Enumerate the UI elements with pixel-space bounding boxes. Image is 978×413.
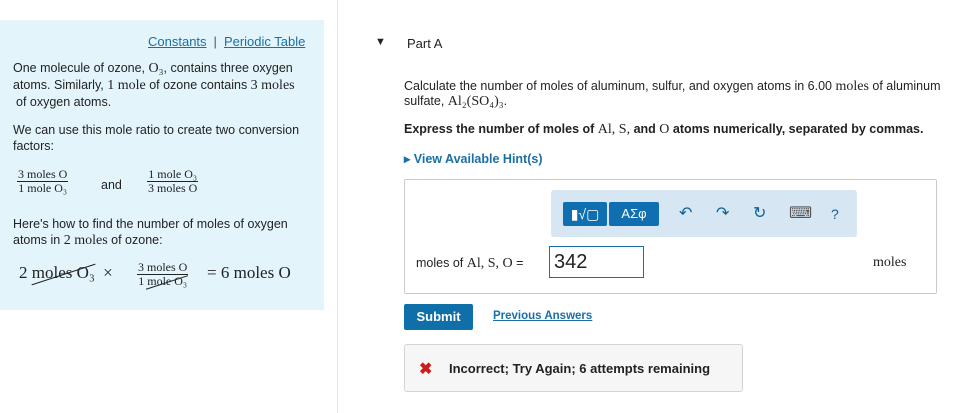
constants-link[interactable]: Constants [148,34,207,49]
example-equation: 2 moles O₃ × [19,263,113,283]
answer-units: moles [873,255,907,270]
eq-cancelled-unit: moles O₃ [31,263,95,282]
eq-fraction: 3 moles O 1 mole O₃ [137,260,189,288]
factor1-denominator: 1 mole O₃ [18,181,68,195]
answer-input[interactable] [549,246,644,278]
periodic-table-link[interactable]: Periodic Table [224,34,305,49]
submit-button[interactable]: Submit [404,304,473,330]
example-paragraph: Here's how to find the number of moles o… [13,216,288,249]
sidebar-links: Constants | Periodic Table [148,34,305,49]
question-text-a: Calculate the number of moles of aluminu… [404,79,836,93]
panel-divider [337,0,338,413]
eq-equals: = [207,263,217,282]
and-text: and [101,178,122,192]
p1-text-a: One molecule of ozone, [13,61,149,75]
eq-times: × [103,263,113,282]
feedback-box: ✖ Incorrect; Try Again; 6 attempts remai… [404,344,743,392]
instruction-species: Al, S, [597,122,634,137]
factor2-numerator: 1 mole O₃ [147,167,199,182]
math-template-button[interactable]: ▮√▢ [563,202,607,226]
three-moles-text: 3 moles [250,78,295,93]
previous-answers-link[interactable]: Previous Answers [493,310,592,322]
conversion-paragraph: We can use this mole ratio to create two… [13,122,299,154]
question-text: Calculate the number of moles of aluminu… [404,79,969,109]
redo-icon[interactable]: ↷ [716,205,729,223]
factor2-denominator: 3 moles O [148,181,198,195]
instruction-text-a: Express the number of moles of [404,122,598,136]
instruction-oxygen: O [659,122,670,137]
question-text-d: . [503,94,508,108]
answer-label-equals: = [512,256,524,270]
answer-label: moles of Al, S, O = [416,256,523,272]
eq-result: = 6 moles O [207,263,291,283]
eq-frac-denominator: 1 mole O₃ [137,275,188,288]
reset-icon[interactable]: ↻ [753,205,766,223]
p1-text-e: of oxygen atoms. [16,95,112,109]
p3-line2b: of ozone: [107,233,163,247]
one-mole-text: 1 mole [107,78,146,93]
eq-start-number: 2 [19,263,28,282]
conversion-factor-1: 3 moles O 1 mole O₃ [17,167,69,195]
question-moles: moles [835,79,869,94]
two-moles-text: 2 moles [63,233,108,248]
feedback-text: Incorrect; Try Again; 6 attempts remaini… [449,361,711,376]
ozone-formula: O₃ [148,61,164,76]
p1-text-c: atoms. Similarly, [13,78,108,92]
eq-result-value: 6 moles O [220,263,291,282]
link-separator: | [213,34,217,49]
factor1-numerator: 3 moles O [17,167,69,182]
aluminum-sulfate-formula: Al₂(SO₄)₃ [447,94,504,109]
p2-line2: factors: [13,139,54,153]
p1-text-b: , contains three oxygen [163,61,293,75]
ozone-paragraph: One molecule of ozone, O₃, contains thre… [13,60,318,110]
keyboard-icon[interactable]: ⌨ [789,205,812,223]
greek-symbols-button[interactable]: ΑΣφ [609,202,659,226]
part-title[interactable]: Part A [407,36,442,51]
p3-line2a: atoms in [13,233,64,247]
incorrect-icon: ✖ [419,361,433,378]
undo-icon[interactable]: ↶ [679,205,692,223]
p2-line1: We can use this mole ratio to create two… [13,123,300,137]
eq-frac-numerator: 3 moles O [137,260,189,275]
collapse-arrow-icon[interactable]: ▼ [375,36,386,48]
math-toolbar: ▮√▢ ΑΣφ ↶ ↷ ↻ ⌨ ? [551,190,857,237]
eq-den-number: 1 [138,274,145,288]
info-sidebar: Constants | Periodic Table One molecule of… [0,20,324,310]
answer-label-a: moles of [416,256,467,270]
p1-text-d: of ozone contains [145,78,251,92]
conversion-factor-2: 1 mole O₃ 3 moles O [147,167,199,195]
instruction-text: Express the number of moles of Al, S, an… [404,122,923,138]
question-text-b: of aluminum [868,79,941,93]
view-hints-link[interactable]: ▸ View Available Hint(s) [404,151,543,166]
instruction-text-b: atoms numerically, separated by commas. [669,122,924,136]
help-icon[interactable]: ? [831,205,839,223]
p3-line1: Here's how to find the number of moles o… [13,217,288,231]
question-text-c: sulfate, [404,94,448,108]
answer-label-species: Al, S, O [466,256,513,271]
instruction-and: and [633,122,660,136]
eq-den-cancelled-unit: mole O₃ [147,274,188,288]
